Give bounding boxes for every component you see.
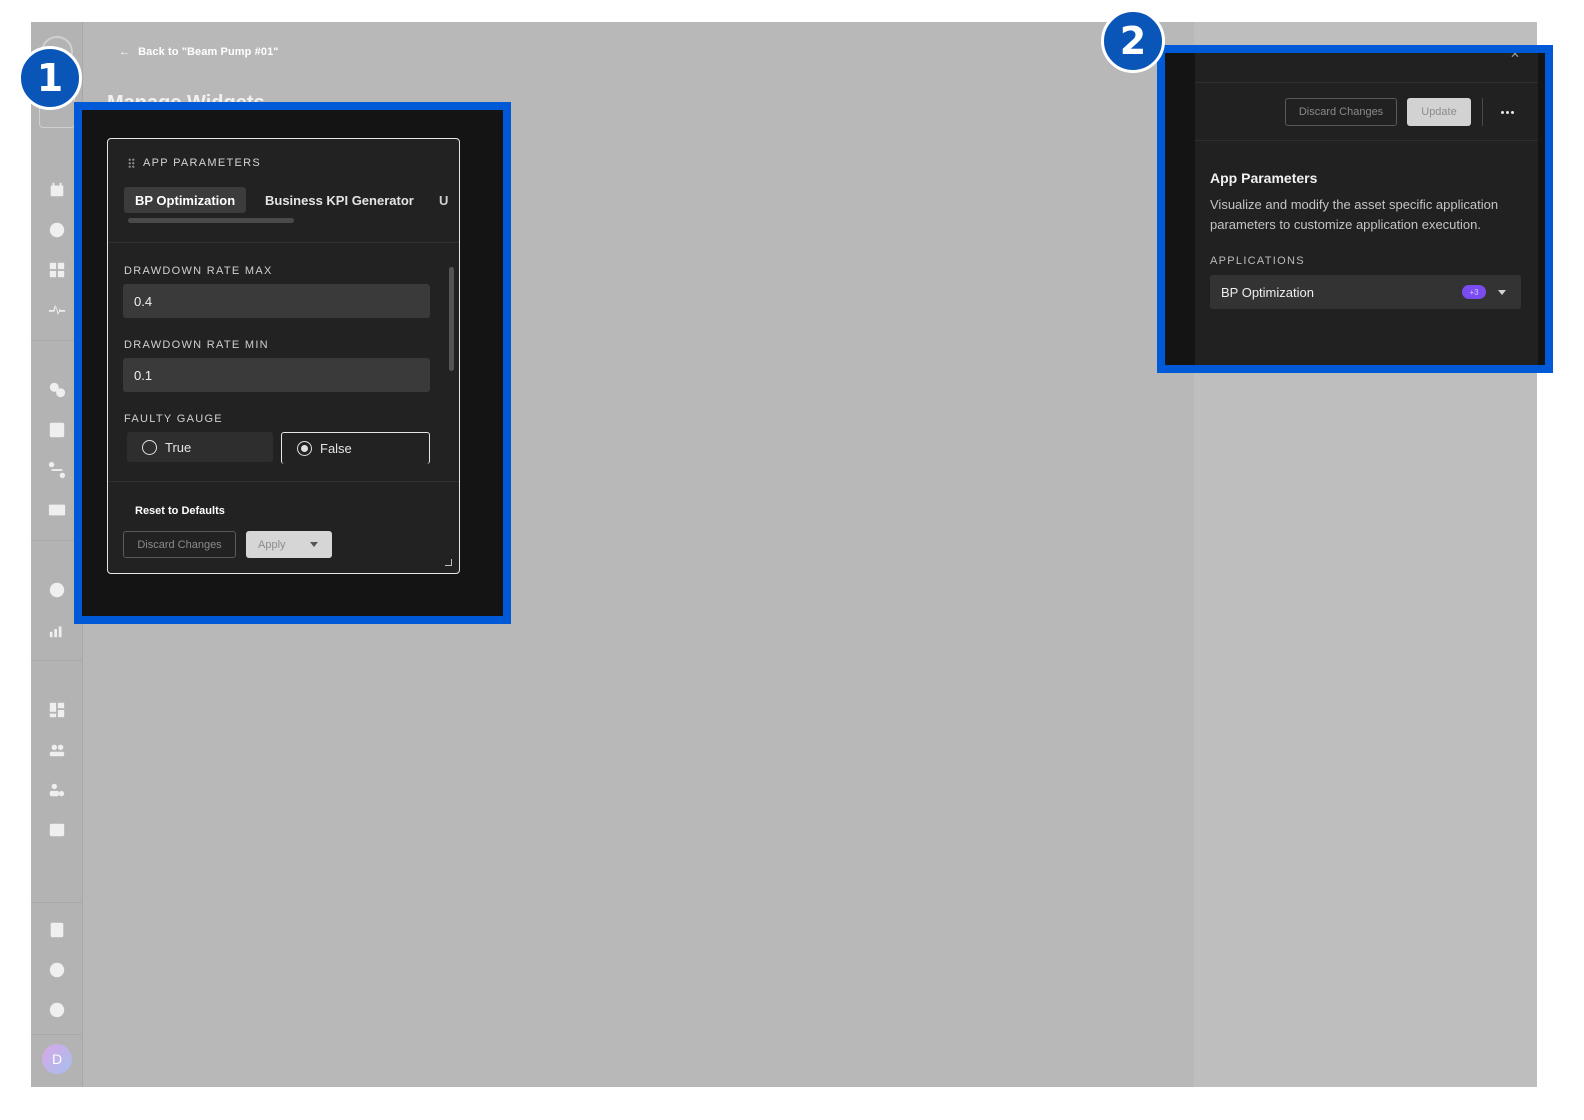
route-icon[interactable] (47, 460, 67, 480)
tab-business-kpi-generator[interactable]: Business KPI Generator (254, 187, 425, 213)
app-parameters-card: APP PARAMETERS BP Optimization Business … (107, 138, 460, 574)
radio-checked-icon (297, 441, 312, 456)
analytics-icon[interactable] (47, 620, 67, 640)
apply-button-label: Apply (258, 538, 286, 551)
world-icon[interactable] (47, 1000, 67, 1020)
calendar-icon[interactable] (47, 180, 67, 200)
widgets-icon[interactable] (47, 260, 67, 280)
back-link[interactable]: ← Back to "Beam Pump #01" (119, 46, 279, 58)
close-icon[interactable]: ✕ (1510, 53, 1520, 61)
arrow-left-icon: ← (119, 46, 131, 58)
callout-widgets-configuration: WIDGETS CONFIGURATIONS ✕ Discard Changes… (1157, 45, 1553, 373)
panel-heading: WIDGETS CONFIGURATIONS (1210, 45, 1383, 56)
callout-app-parameters-widget: APP PARAMETERS BP Optimization Business … (74, 102, 511, 624)
update-button[interactable]: Update (1407, 98, 1471, 126)
card-title: APP PARAMETERS (128, 157, 261, 169)
actions-divider (1482, 98, 1483, 126)
tab-overflow[interactable]: U (439, 187, 449, 213)
users-icon[interactable] (47, 740, 67, 760)
document-icon[interactable] (47, 920, 67, 940)
faulty-gauge-label: FAULTY GAUGE (124, 413, 223, 425)
resize-handle-icon[interactable] (445, 559, 452, 566)
widgets-configuration-panel: WIDGETS CONFIGURATIONS ✕ Discard Changes… (1195, 53, 1538, 365)
drawdown-rate-min-label: DRAWDOWN RATE MIN (124, 339, 269, 351)
callout-number-2: 2 (1101, 9, 1165, 73)
table-icon[interactable] (47, 500, 67, 520)
card-header: APP PARAMETERS BP Optimization Business … (108, 139, 459, 243)
chevron-down-icon[interactable] (309, 542, 318, 547)
faulty-gauge-true-radio[interactable]: True (127, 432, 273, 462)
drawdown-rate-max-label: DRAWDOWN RATE MAX (124, 265, 273, 277)
card-title-label: APP PARAMETERS (143, 157, 262, 169)
apply-button[interactable]: Apply (246, 531, 332, 558)
applications-label: APPLICATIONS (1210, 255, 1305, 267)
radio-label: True (165, 439, 192, 455)
back-link-label: Back to "Beam Pump #01" (138, 46, 279, 58)
chevron-down-icon[interactable] (1498, 290, 1506, 295)
dashboard-icon[interactable] (47, 700, 67, 720)
sidebar-divider (31, 902, 83, 903)
panel-description: Visualize and modify the asset specific … (1210, 197, 1499, 232)
panel-actions: Discard Changes Update (1195, 83, 1538, 141)
pulse-icon[interactable] (47, 300, 67, 320)
bar-chart-icon[interactable] (47, 420, 67, 440)
radio-label: False (320, 441, 352, 456)
applications-select[interactable]: BP Optimization +3 (1210, 275, 1521, 309)
panel-discard-changes-button[interactable]: Discard Changes (1285, 98, 1397, 126)
discard-changes-button[interactable]: Discard Changes (123, 531, 236, 558)
code-icon[interactable] (47, 820, 67, 840)
drawdown-rate-max-input[interactable]: 0.4 (123, 284, 430, 318)
panel-topbar: WIDGETS CONFIGURATIONS ✕ (1195, 53, 1538, 83)
user-settings-icon[interactable] (47, 780, 67, 800)
drag-handle-icon[interactable] (128, 158, 135, 168)
tab-bp-optimization[interactable]: BP Optimization (124, 187, 247, 213)
sidebar-divider (31, 1034, 83, 1035)
globe-icon[interactable] (47, 220, 67, 240)
cog-cluster-icon[interactable] (47, 380, 67, 400)
support-icon[interactable] (47, 960, 67, 980)
callout-number-1: 1 (18, 46, 82, 110)
radio-unchecked-icon (142, 439, 157, 455)
extra-apps-count-badge: +3 (1462, 285, 1486, 299)
more-options-icon[interactable] (1495, 101, 1519, 123)
card-footer: Reset to Defaults Discard Changes Apply (108, 481, 459, 573)
drawdown-rate-min-input[interactable]: 0.1 (123, 358, 430, 392)
avatar[interactable]: D (42, 1044, 72, 1074)
selected-application: BP Optimization (1221, 284, 1314, 300)
fields-scrollbar[interactable] (449, 267, 454, 371)
face-icon[interactable] (47, 580, 67, 600)
panel-title: App Parameters (1210, 170, 1318, 186)
reset-defaults-link[interactable]: Reset to Defaults (135, 505, 225, 517)
tabs-scrollbar[interactable] (128, 218, 294, 223)
sidebar-divider (31, 660, 83, 661)
faulty-gauge-false-radio[interactable]: False (281, 432, 430, 464)
